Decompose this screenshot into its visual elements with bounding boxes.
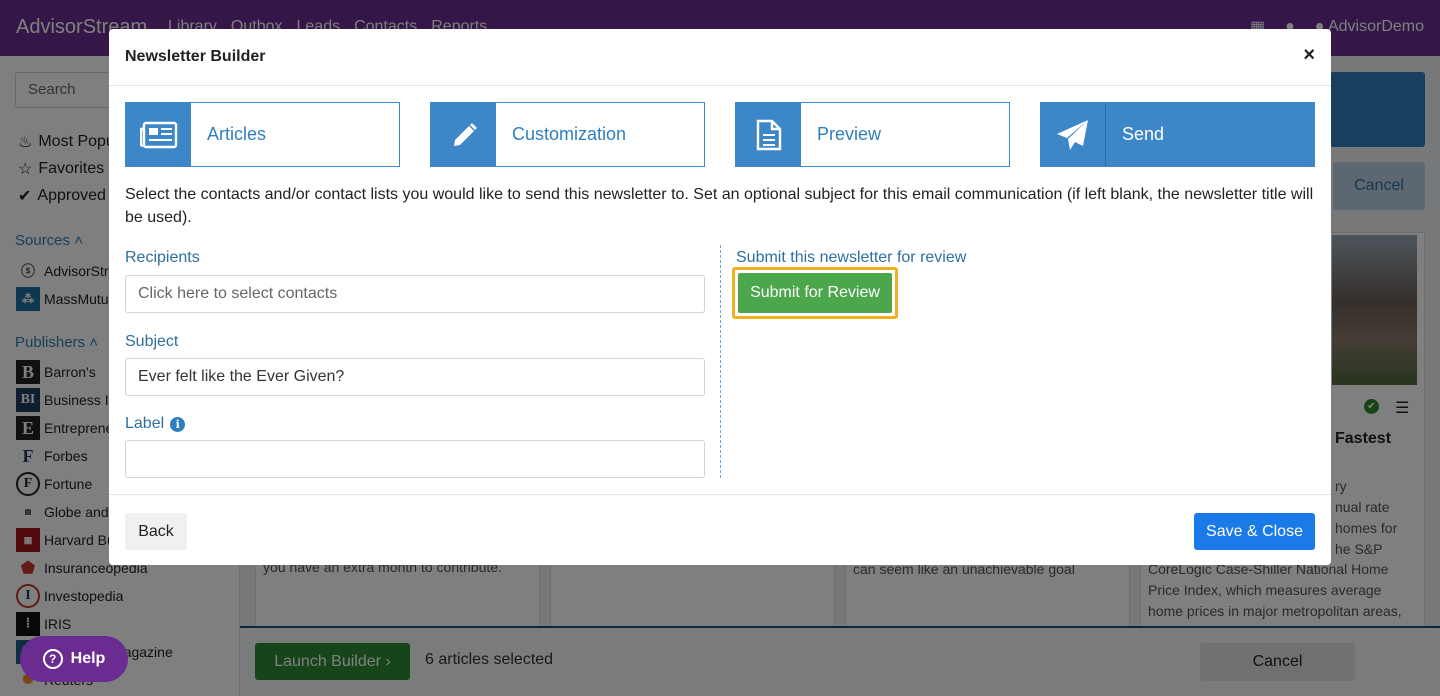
back-button[interactable]: Back [125, 513, 187, 550]
newspaper-icon [126, 103, 191, 166]
step-label: Send [1122, 124, 1165, 144]
question-icon: ? [42, 649, 63, 669]
step-label: Preview [817, 124, 882, 144]
document-icon [736, 103, 801, 166]
recipients-label: Recipients [125, 249, 200, 266]
label-field-text: Label [125, 415, 165, 432]
paper-plane-icon [1041, 103, 1106, 166]
newsletter-builder-modal: Newsletter Builder × Articles Customizat… [109, 29, 1331, 565]
help-label: Help [70, 650, 106, 667]
modal-footer: Back Save & Close [109, 494, 1331, 565]
step-preview[interactable]: Preview [735, 102, 1010, 167]
modal-header: Newsletter Builder × [109, 29, 1331, 86]
save-close-button[interactable]: Save & Close [1194, 513, 1315, 550]
submit-for-review-highlight: Submit for Review [732, 267, 898, 319]
step-send[interactable]: Send [1040, 102, 1315, 167]
recipients-input[interactable]: Click here to select contacts [125, 275, 705, 313]
step-customization[interactable]: Customization [430, 102, 705, 167]
info-icon[interactable]: i [170, 416, 186, 432]
subject-input[interactable]: Ever felt like the Ever Given? [125, 358, 705, 396]
help-button[interactable]: ? Help [20, 636, 128, 682]
step-articles[interactable]: Articles [125, 102, 400, 167]
step-label: Articles [207, 124, 267, 144]
column-divider [720, 245, 721, 478]
subject-label: Subject [125, 333, 179, 350]
pencil-icon [431, 103, 496, 166]
step-label: Customization [512, 124, 627, 144]
label-field-label: Label i [125, 415, 186, 433]
label-input[interactable] [125, 440, 705, 478]
instructions-text: Select the contacts and/or contact lists… [125, 186, 1314, 226]
modal-title: Newsletter Builder [125, 48, 266, 65]
review-label: Submit this newsletter for review [736, 249, 967, 266]
close-icon[interactable]: × [1303, 45, 1315, 65]
submit-for-review-button[interactable]: Submit for Review [738, 273, 892, 313]
